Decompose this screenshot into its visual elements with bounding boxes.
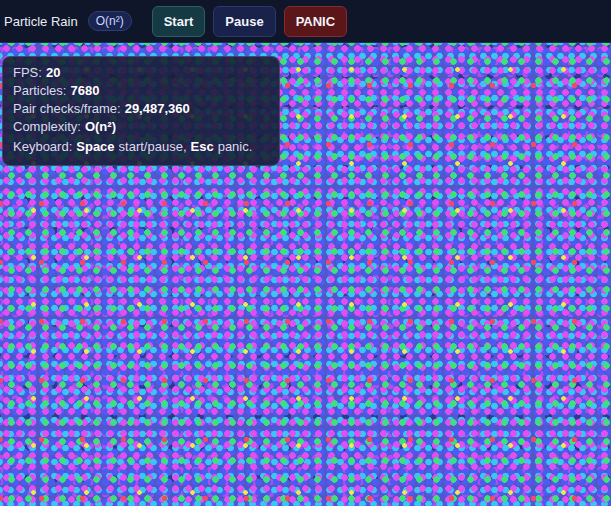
app-title: Particle Rain: [4, 14, 78, 29]
stats-overlay: FPS:20Particles:7680Pair checks/frame:29…: [2, 56, 280, 166]
particle-rain-app: Particle RainO(n²)StartPausePANICFPS:20P…: [0, 0, 611, 506]
keyboard-hint: Keyboard:Space start/pause,Escpanic.: [13, 138, 269, 156]
hint-part: panic.: [218, 138, 253, 156]
top-bar: Particle Rain O(n²) StartPause PANIC: [0, 0, 611, 43]
hint-part: Keyboard:: [13, 138, 72, 156]
stat-row: FPS:20: [13, 64, 269, 82]
hint-part: Esc: [191, 138, 214, 156]
stat-label: Pair checks/frame:: [13, 100, 121, 118]
stat-row: Particles:7680: [13, 82, 269, 100]
panic-button[interactable]: PANIC: [284, 6, 347, 37]
stat-value: O(n²): [85, 118, 116, 136]
stat-label: Complexity:: [13, 118, 81, 136]
start-button[interactable]: Start: [152, 6, 206, 37]
stat-value: 29,487,360: [125, 100, 190, 118]
complexity-badge: O(n²): [88, 11, 132, 31]
stat-row: Pair checks/frame:29,487,360: [13, 100, 269, 118]
stat-row: Complexity:O(n²): [13, 118, 269, 136]
stat-label: FPS:: [13, 64, 42, 82]
button-group: StartPause PANIC: [152, 6, 347, 37]
hint-part: start/pause,: [119, 138, 187, 156]
particle-canvas[interactable]: FPS:20Particles:7680Pair checks/frame:29…: [0, 43, 611, 506]
stat-value: 7680: [70, 82, 99, 100]
hint-part: Space: [76, 138, 114, 156]
pause-button[interactable]: Pause: [213, 6, 275, 37]
stat-label: Particles:: [13, 82, 66, 100]
stat-value: 20: [46, 64, 60, 82]
